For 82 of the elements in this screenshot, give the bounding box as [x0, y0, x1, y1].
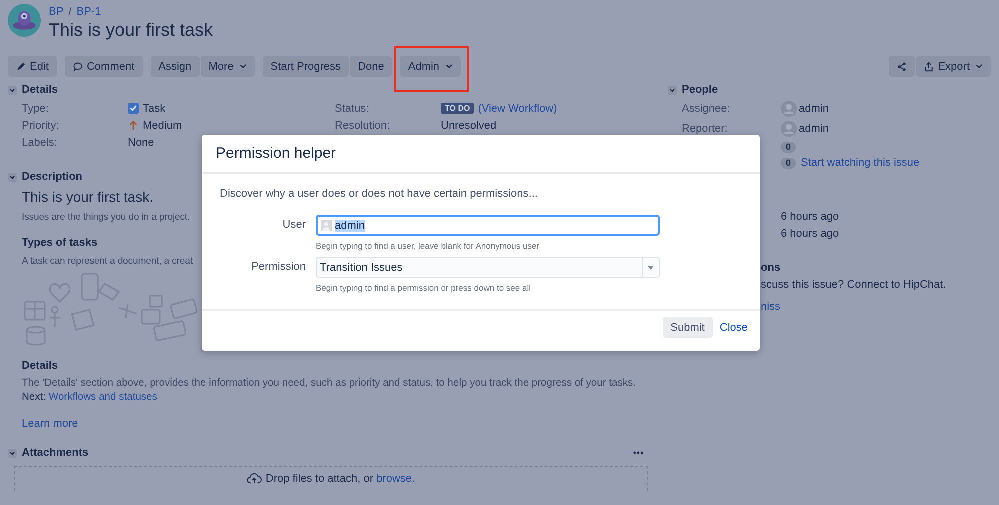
user-name: admin [799, 123, 829, 135]
breadcrumb-link[interactable]: BP [49, 6, 64, 18]
description-heading: This is your first task. [22, 189, 154, 205]
user-input-field[interactable]: admin [316, 215, 660, 236]
section-title: People [682, 84, 718, 96]
collapse-toggle-icon[interactable] [8, 86, 17, 94]
section-title: Attachments [22, 447, 89, 459]
paragraph: The 'Details' section above, provides the information you need, such as priority and status, to help you track the progress of your tasks. [22, 377, 636, 391]
permission-select[interactable]: Transition Issues [316, 257, 660, 278]
section-title: ons [761, 262, 782, 274]
field-label: Permission [250, 260, 306, 275]
checkbox-icon [128, 103, 139, 114]
workflows-link[interactable]: Workflows and statuses [48, 392, 158, 403]
field-label: Reporter: [682, 123, 729, 135]
breadcrumb-separator: / [68, 6, 72, 18]
subheading: Types of tasks [22, 237, 98, 249]
caret-icon [446, 64, 453, 69]
count-badge: 0 [781, 158, 796, 168]
field-value: Task [143, 102, 166, 114]
collapse-toggle-icon[interactable] [8, 172, 17, 182]
close-link[interactable]: Close [720, 322, 748, 334]
field-value: Unresolved [441, 120, 497, 132]
status-badge: TO DO [441, 103, 474, 114]
collapse-toggle-icon[interactable] [668, 86, 677, 94]
watch-link[interactable]: Start watching this issue [801, 157, 920, 169]
user-avatar-icon [321, 220, 332, 231]
field-label: Resolution: [335, 120, 392, 132]
caret-icon [240, 64, 247, 69]
section-title: Description [22, 171, 83, 183]
section-title: Details [22, 84, 58, 96]
project-avatar-icon [8, 4, 41, 37]
subheading: Details [22, 360, 58, 372]
user-avatar-icon [781, 101, 797, 117]
share-icon [897, 62, 908, 72]
field-label: Priority: [22, 120, 60, 132]
breadcrumb-link[interactable]: BP-1 [76, 6, 102, 18]
comment-icon [72, 62, 83, 72]
toolbar-button[interactable] [889, 56, 916, 77]
date-value: 6 hours ago [781, 211, 840, 225]
caret-icon [976, 64, 983, 69]
collapse-toggle-icon[interactable] [8, 448, 17, 458]
issue-title: This is your first task [49, 20, 214, 41]
learn-more-link[interactable]: Learn more [22, 418, 78, 430]
field-label: Assignee: [682, 103, 732, 115]
dropdown-caret-icon [648, 266, 654, 270]
cloud-upload-icon [246, 473, 262, 484]
field-value: Medium [143, 120, 182, 132]
field-label: Labels: [22, 136, 58, 148]
toolbar-button[interactable]: Assign [150, 56, 200, 77]
browse-link[interactable]: browse. [376, 473, 416, 485]
dialog-intro: Discover why a user does or does not have certain permissions... [220, 188, 539, 200]
export-icon [924, 62, 934, 72]
drop-text: Drop files to attach, or browse. [266, 473, 416, 485]
user-avatar-icon [781, 121, 797, 137]
field-label: Status: [335, 102, 370, 114]
drop-zone[interactable]: Drop files to attach, or browse. [14, 466, 648, 491]
dismiss-link[interactable]: niss [761, 301, 781, 313]
paragraph: A task can represent a document, a creat [22, 255, 193, 269]
view-workflow-link[interactable]: (View Workflow) [478, 102, 558, 114]
submit-button[interactable]: Submit [662, 317, 713, 338]
arrow-up-icon [128, 120, 139, 131]
toolbar-button[interactable]: Export [916, 56, 991, 77]
toolbar-button[interactable]: More [200, 56, 255, 77]
toolbar-button[interactable]: Edit [8, 56, 57, 77]
count-badge: 0 [781, 142, 796, 152]
date-value: 6 hours ago [781, 228, 840, 242]
field-label: User [282, 218, 306, 233]
toolbar-button[interactable]: Comment [64, 56, 143, 77]
next-line: Next: Workflows and statuses [22, 391, 158, 405]
pencil-icon [16, 62, 26, 72]
more-options-icon[interactable] [633, 451, 644, 455]
dialog-title: Permission helper [216, 145, 336, 162]
toolbar-button[interactable]: Done [350, 56, 392, 77]
toolbar-button[interactable]: Admin [400, 56, 461, 77]
paragraph: scuss this issue? Connect to HipChat. [761, 279, 948, 291]
toolbar-button[interactable]: Start Progress [262, 56, 350, 77]
field-hint: Begin typing to find a user, leave blank for Anonymous user [316, 241, 540, 251]
paragraph: Issues are the things you do in a project. [22, 211, 190, 225]
field-label: Type: [22, 102, 50, 114]
user-name: admin [799, 103, 829, 115]
field-hint: Begin typing to find a permission or press down to see all [316, 283, 532, 293]
field-value: None [128, 136, 154, 148]
